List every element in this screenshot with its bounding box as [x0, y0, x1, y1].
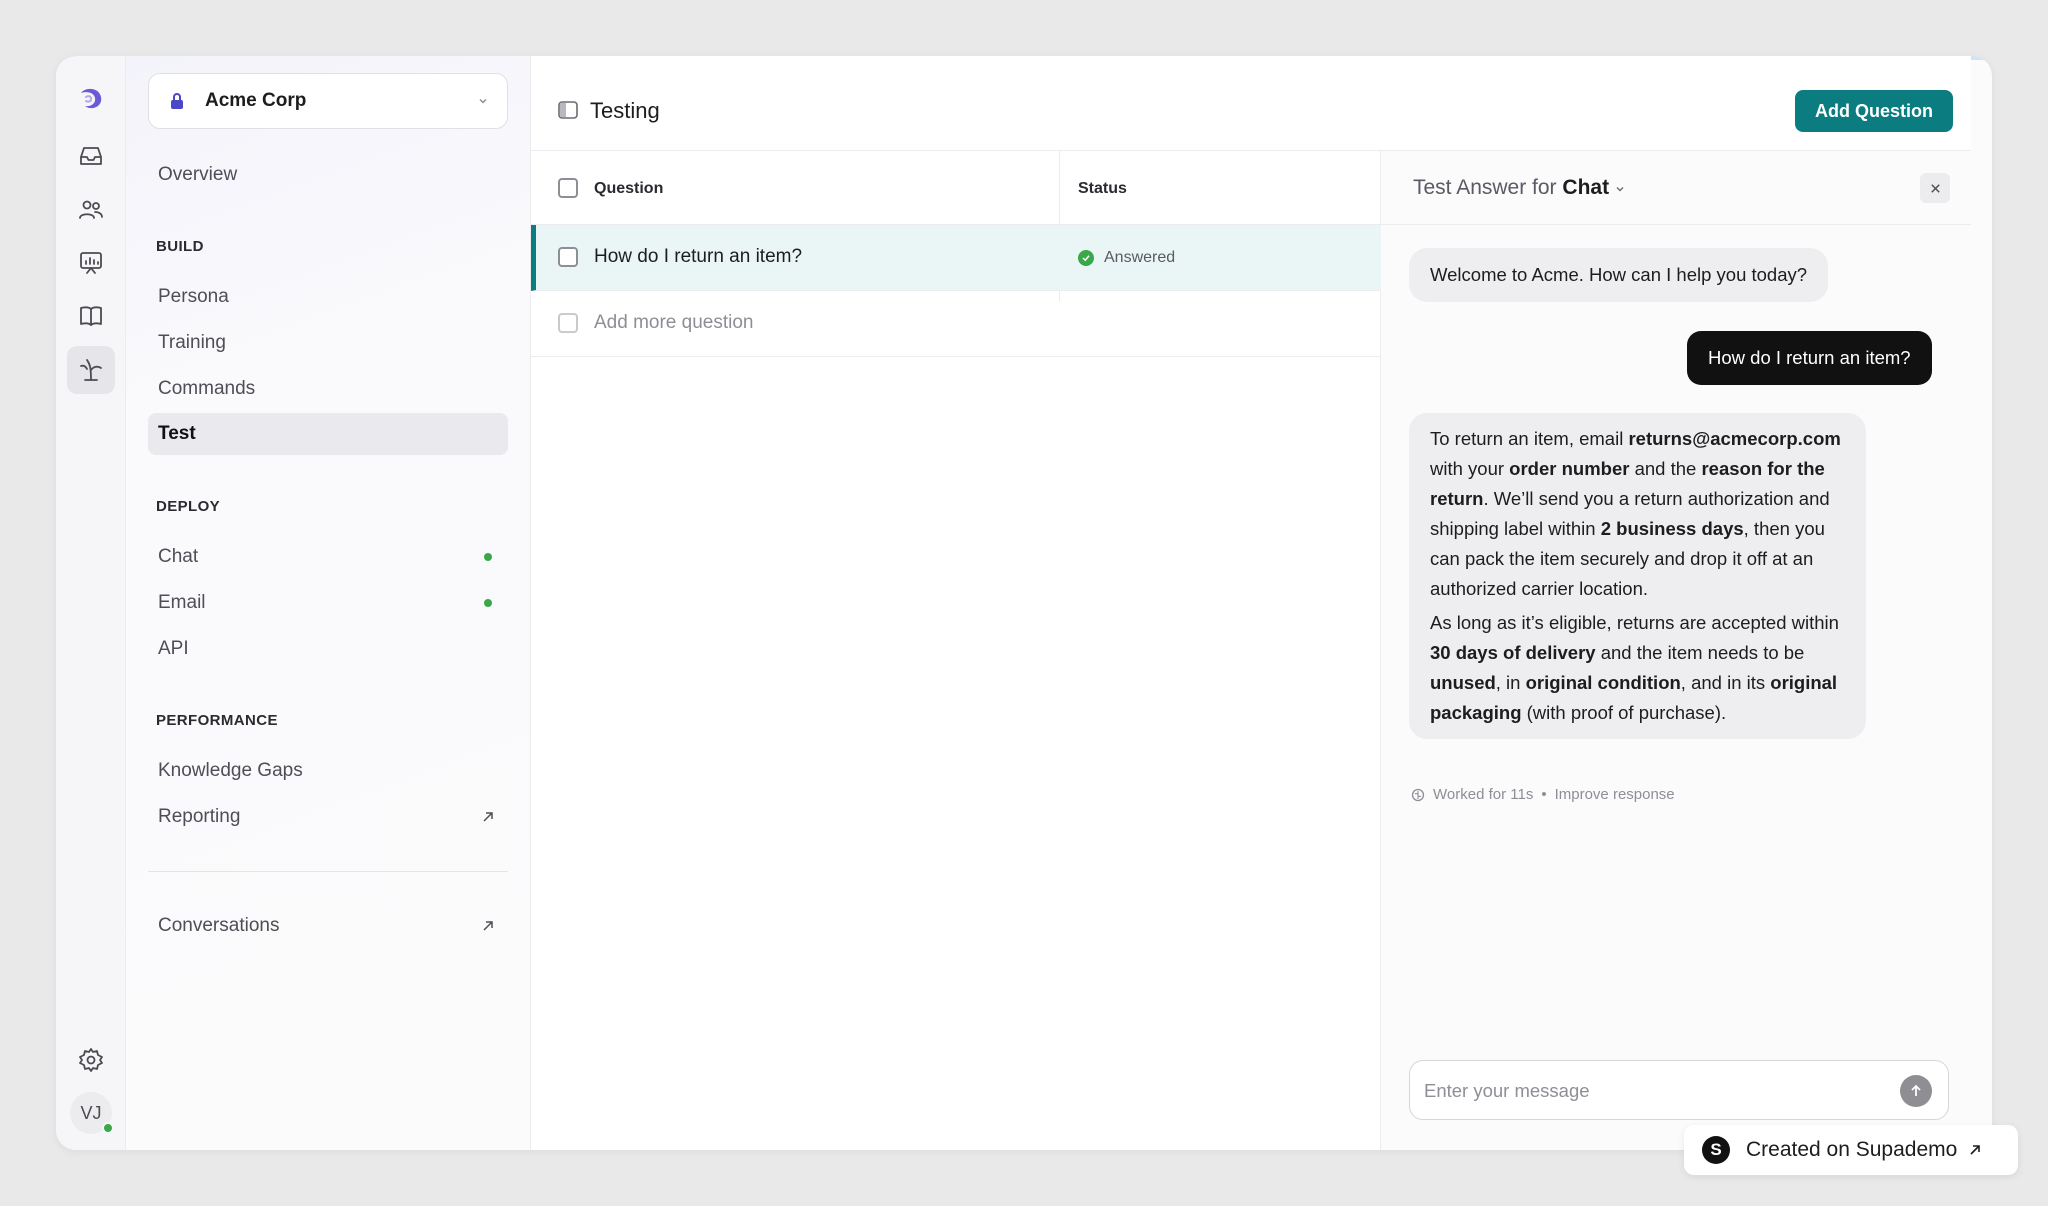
external-link-icon	[483, 921, 493, 931]
active-status-dot	[484, 553, 492, 561]
nav-item-email[interactable]: Email	[148, 582, 508, 624]
nav-item-chat[interactable]: Chat	[148, 536, 508, 578]
nav-item-label: Training	[158, 332, 226, 353]
nav-item-label: Knowledge Gaps	[158, 760, 303, 781]
status-badge: Answered	[1078, 249, 1175, 267]
nav-item-label: Email	[158, 592, 206, 613]
supademo-text: Created on Supademo	[1746, 1138, 1958, 1161]
settings-gear-icon[interactable]	[67, 1036, 115, 1084]
answer-paragraph-2: As long as it’s eligible, returns are ac…	[1430, 612, 1839, 723]
main-header: Testing Add Question	[531, 56, 1971, 151]
table-row[interactable]: How do I return an item? Answered	[531, 225, 1381, 291]
nav-item-overview[interactable]: Overview	[148, 154, 508, 196]
row-checkbox[interactable]	[558, 247, 578, 267]
user-avatar[interactable]: VJ	[70, 1092, 114, 1134]
channel-selector[interactable]: Chat	[1562, 176, 1609, 199]
improve-response-link[interactable]: Improve response	[1555, 786, 1675, 803]
status-text: Answered	[1104, 249, 1176, 266]
external-link-icon	[483, 812, 493, 822]
column-header-question: Question	[594, 180, 664, 197]
questions-table: Question Status How do I return an item?…	[531, 151, 1381, 1150]
supademo-logo: S	[1702, 1136, 1730, 1164]
response-meta: Worked for 11s • Improve response	[1411, 786, 1675, 803]
sidebar-toggle-icon[interactable]	[558, 101, 578, 119]
nav-item-commands[interactable]: Commands	[148, 368, 508, 410]
close-panel-button[interactable]	[1920, 173, 1950, 203]
bot-welcome-message: Welcome to Acme. How can I help you toda…	[1409, 248, 1829, 302]
analytics-icon[interactable]	[67, 239, 115, 287]
nav-item-knowledge-gaps[interactable]: Knowledge Gaps	[148, 750, 508, 792]
nav-item-persona[interactable]: Persona	[148, 276, 508, 318]
add-more-question-input[interactable]: Add more question	[594, 312, 754, 334]
nav-item-label: Test	[158, 423, 196, 444]
nav-item-label: Conversations	[158, 915, 280, 936]
meta-separator: •	[1541, 786, 1547, 803]
inbox-icon[interactable]	[67, 132, 115, 180]
section-header-performance: PERFORMANCE	[156, 712, 278, 729]
supademo-badge[interactable]: S Created on Supademo	[1684, 1125, 2018, 1175]
users-icon[interactable]	[67, 186, 115, 234]
lock-icon	[171, 93, 183, 109]
test-icon[interactable]	[67, 346, 115, 394]
section-header-deploy: DEPLOY	[156, 498, 221, 515]
active-status-dot	[484, 599, 492, 607]
row-checkbox	[558, 313, 578, 333]
nav-item-conversations[interactable]: Conversations	[148, 905, 508, 947]
main-area: Testing Add Question Question Status How…	[531, 56, 1992, 1150]
nav-item-label: Reporting	[158, 806, 241, 827]
nav-item-label: Commands	[158, 378, 256, 399]
chat-title-prefix: Test Answer for	[1413, 176, 1557, 199]
icon-rail: VJ	[56, 56, 126, 1150]
avatar-initials: VJ	[80, 1102, 102, 1123]
org-name: Acme Corp	[205, 90, 307, 111]
org-switcher[interactable]: Acme Corp	[148, 73, 508, 129]
question-text: How do I return an item?	[594, 246, 803, 267]
brain-icon	[1411, 788, 1425, 801]
nav-item-label: API	[158, 638, 189, 659]
section-header-build: BUILD	[156, 238, 204, 255]
nav-item-training[interactable]: Training	[148, 322, 508, 364]
table-header: Question Status	[531, 151, 1381, 301]
nav-item-api[interactable]: API	[148, 628, 508, 670]
nav-panel: Acme Corp Overview BUILD Persona Trainin…	[126, 56, 531, 1150]
add-question-row[interactable]: Add more question	[531, 291, 1381, 357]
user-message-text: How do I return an item?	[1708, 347, 1911, 368]
brand-logo-icon[interactable]	[67, 75, 115, 123]
chevron-down-icon	[479, 98, 487, 104]
send-button[interactable]	[1900, 1075, 1932, 1107]
bot-answer-message: To return an item, email returns@acmecor…	[1409, 413, 1866, 739]
online-status-dot	[102, 1122, 114, 1134]
nav-item-label: Persona	[158, 286, 229, 307]
app-window: VJ Acme Corp Overview BUILD Persona Trai…	[56, 56, 1992, 1150]
close-icon	[1930, 183, 1940, 193]
column-header-status: Status	[1078, 180, 1127, 197]
chat-panel-title[interactable]: Test Answer for Chat	[1413, 176, 1625, 200]
message-composer	[1409, 1060, 1949, 1120]
nav-item-label: Overview	[158, 164, 238, 185]
add-question-button[interactable]: Add Question	[1795, 90, 1953, 132]
chevron-down-icon	[1616, 187, 1624, 192]
chat-panel-header: Test Answer for Chat	[1381, 151, 1971, 225]
user-message: How do I return an item?	[1687, 331, 1932, 385]
nav-item-test[interactable]: Test	[148, 413, 508, 455]
nav-item-label: Chat	[158, 546, 199, 567]
answer-paragraph-1: To return an item, email returns@acmecor…	[1430, 428, 1841, 599]
welcome-text: Welcome to Acme. How can I help you toda…	[1430, 264, 1808, 285]
message-input[interactable]	[1424, 1075, 1884, 1107]
nav-divider	[148, 871, 508, 872]
test-answer-panel: Test Answer for Chat Welcome to Acme. Ho…	[1381, 151, 1971, 1150]
select-all-checkbox[interactable]	[558, 178, 578, 198]
nav-item-reporting[interactable]: Reporting	[148, 796, 508, 838]
knowledge-book-icon[interactable]	[67, 292, 115, 340]
worked-for-text: Worked for 11s	[1433, 786, 1534, 803]
check-circle-icon	[1078, 250, 1094, 266]
page-title: Testing	[590, 98, 660, 123]
external-link-icon	[1970, 1145, 1981, 1155]
arrow-up-icon	[1911, 1084, 1921, 1096]
